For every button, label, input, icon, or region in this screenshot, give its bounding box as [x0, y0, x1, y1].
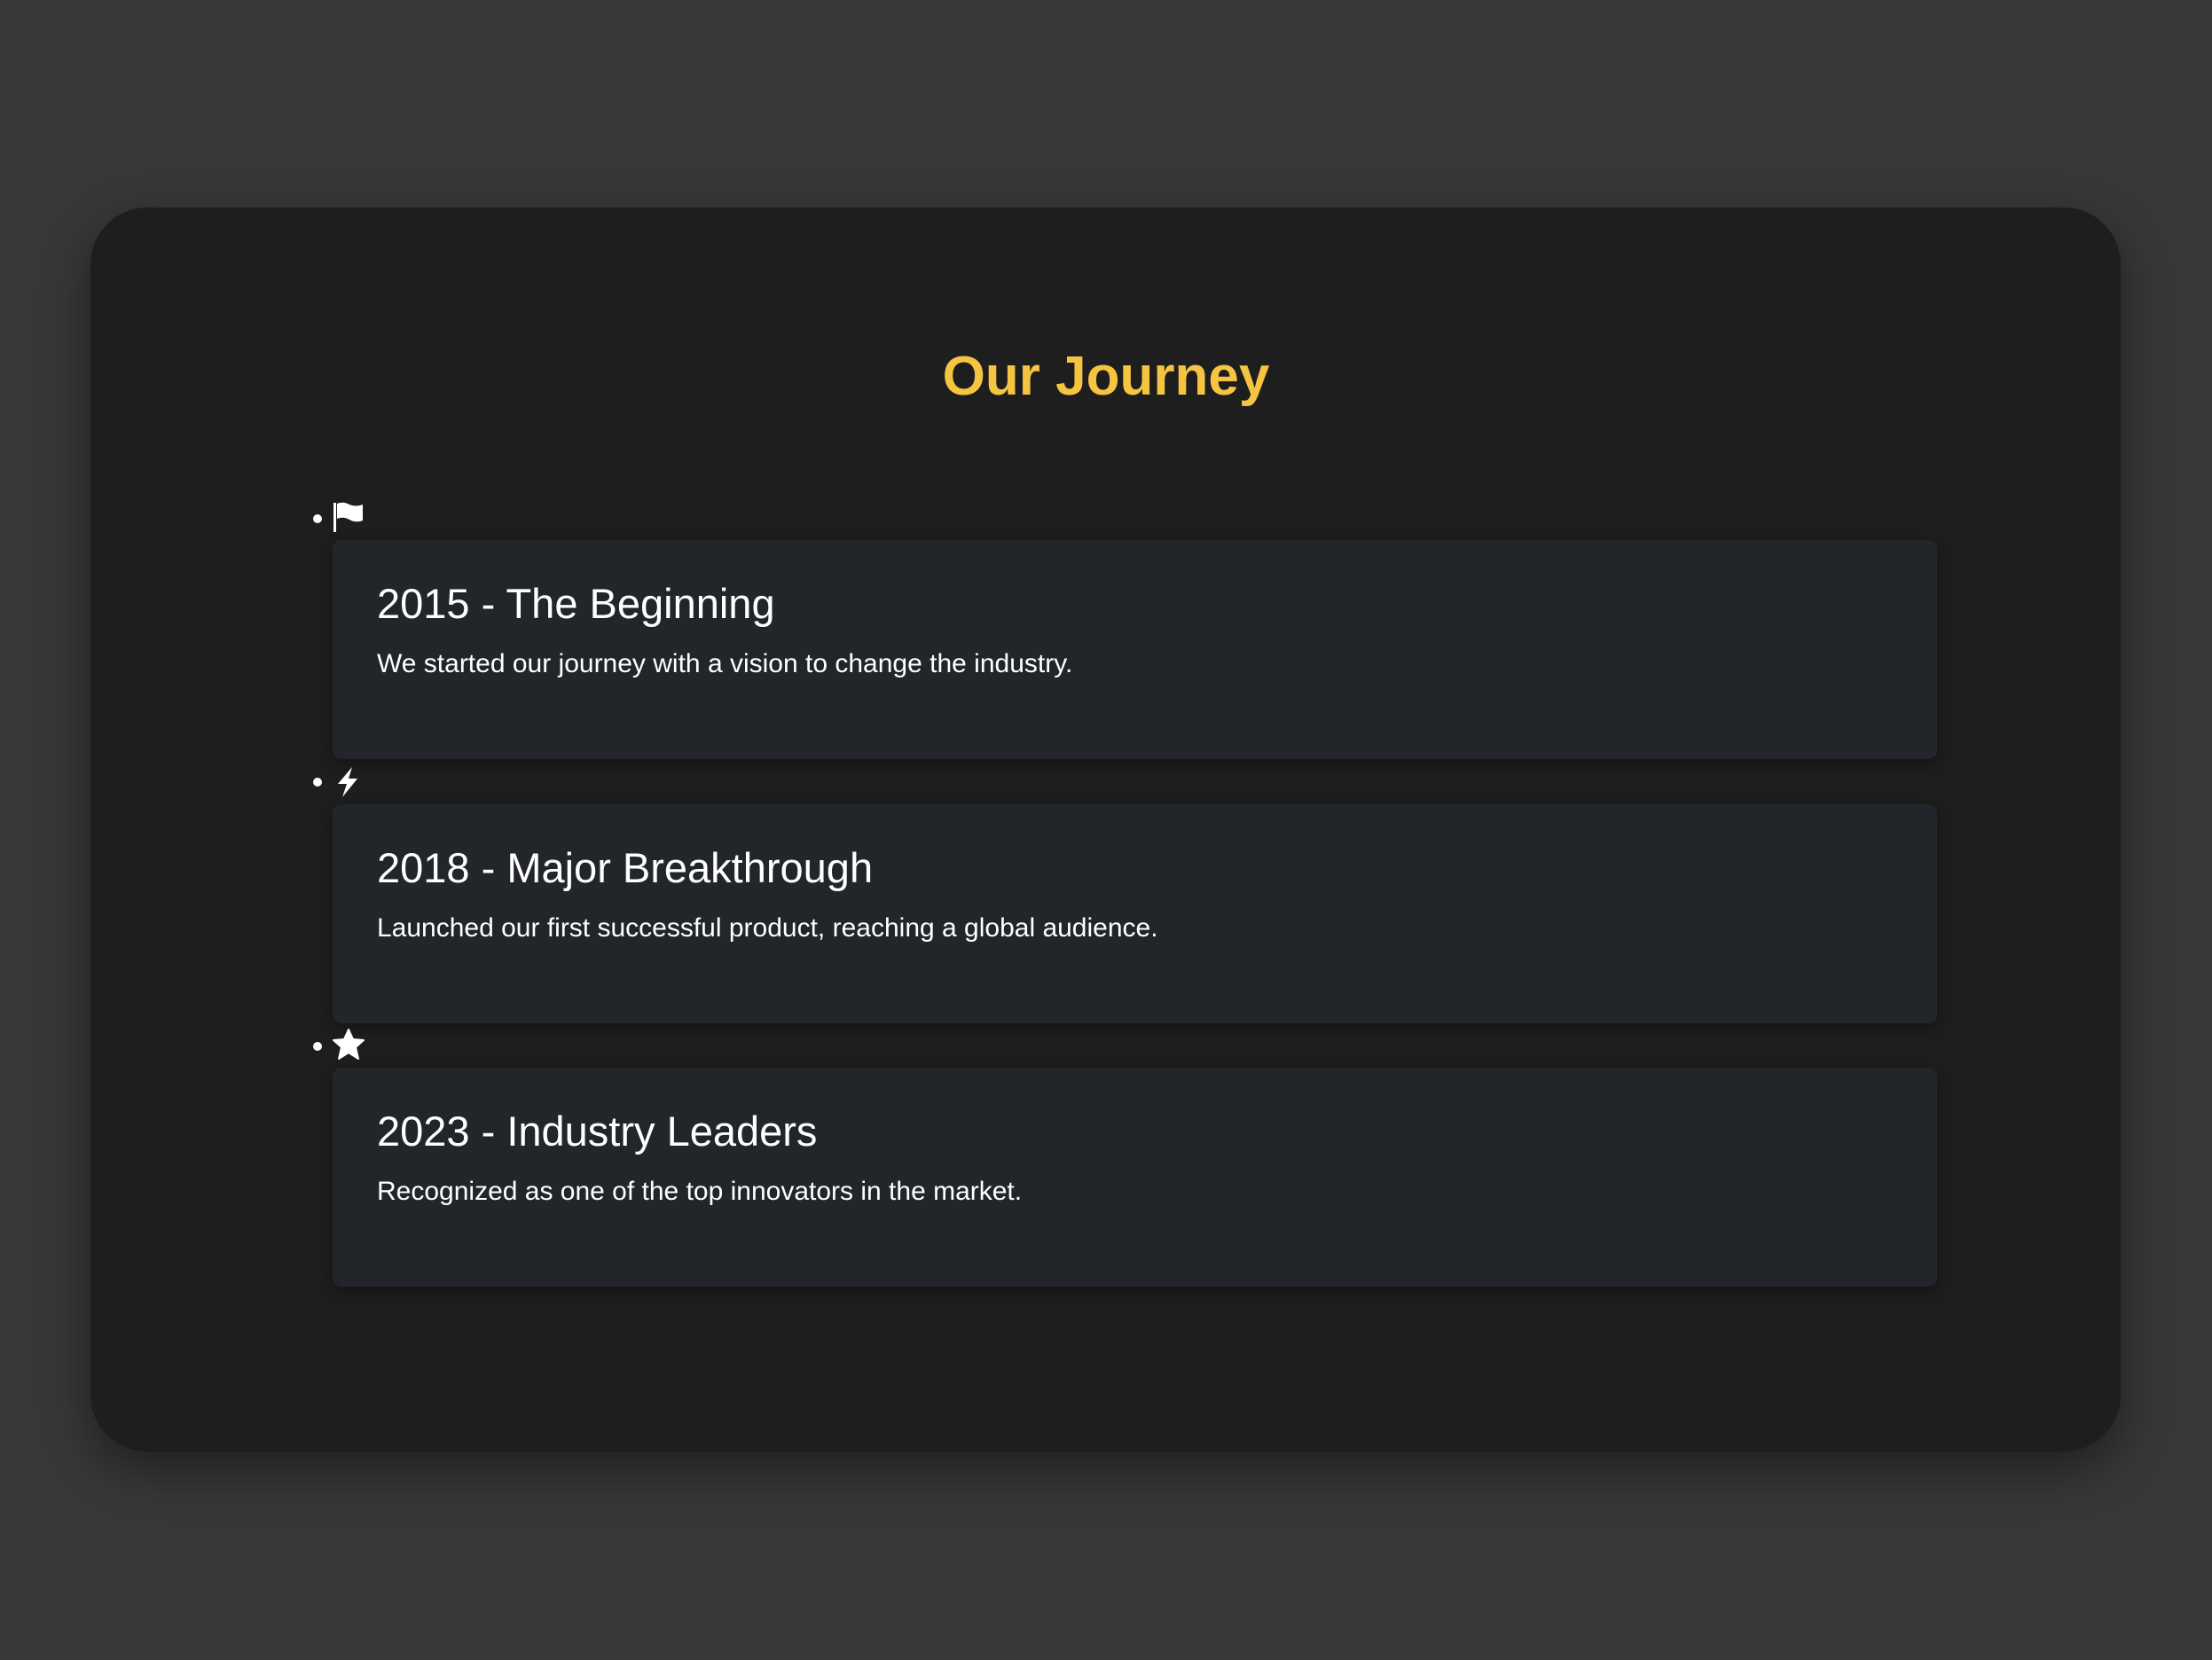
- milestone-card: 2018 - Major Breakthrough Launched our f…: [333, 804, 1937, 1023]
- milestone-card: 2023 - Industry Leaders Recognized as on…: [333, 1068, 1937, 1287]
- milestone-heading: 2015 - The Beginning: [377, 580, 775, 627]
- milestone-description: We started our journey with a vision to …: [377, 649, 1073, 678]
- milestone-card: 2015 - The Beginning We started our jour…: [333, 540, 1937, 759]
- milestone-heading: 2023 - Industry Leaders: [377, 1108, 818, 1155]
- flag-icon: [333, 501, 365, 533]
- milestone-description: Launched our first successful product, r…: [377, 913, 1158, 943]
- bolt-icon: [333, 766, 365, 798]
- milestone-description: Recognized as one of the top innovators …: [377, 1177, 1023, 1206]
- star-icon: [333, 1029, 365, 1061]
- bullet-dot: [313, 778, 322, 787]
- bullet-dot: [313, 514, 322, 523]
- milestone-heading: 2018 - Major Breakthrough: [377, 844, 874, 891]
- page-title: Our Journey: [942, 346, 1270, 407]
- bullet-dot: [313, 1042, 322, 1051]
